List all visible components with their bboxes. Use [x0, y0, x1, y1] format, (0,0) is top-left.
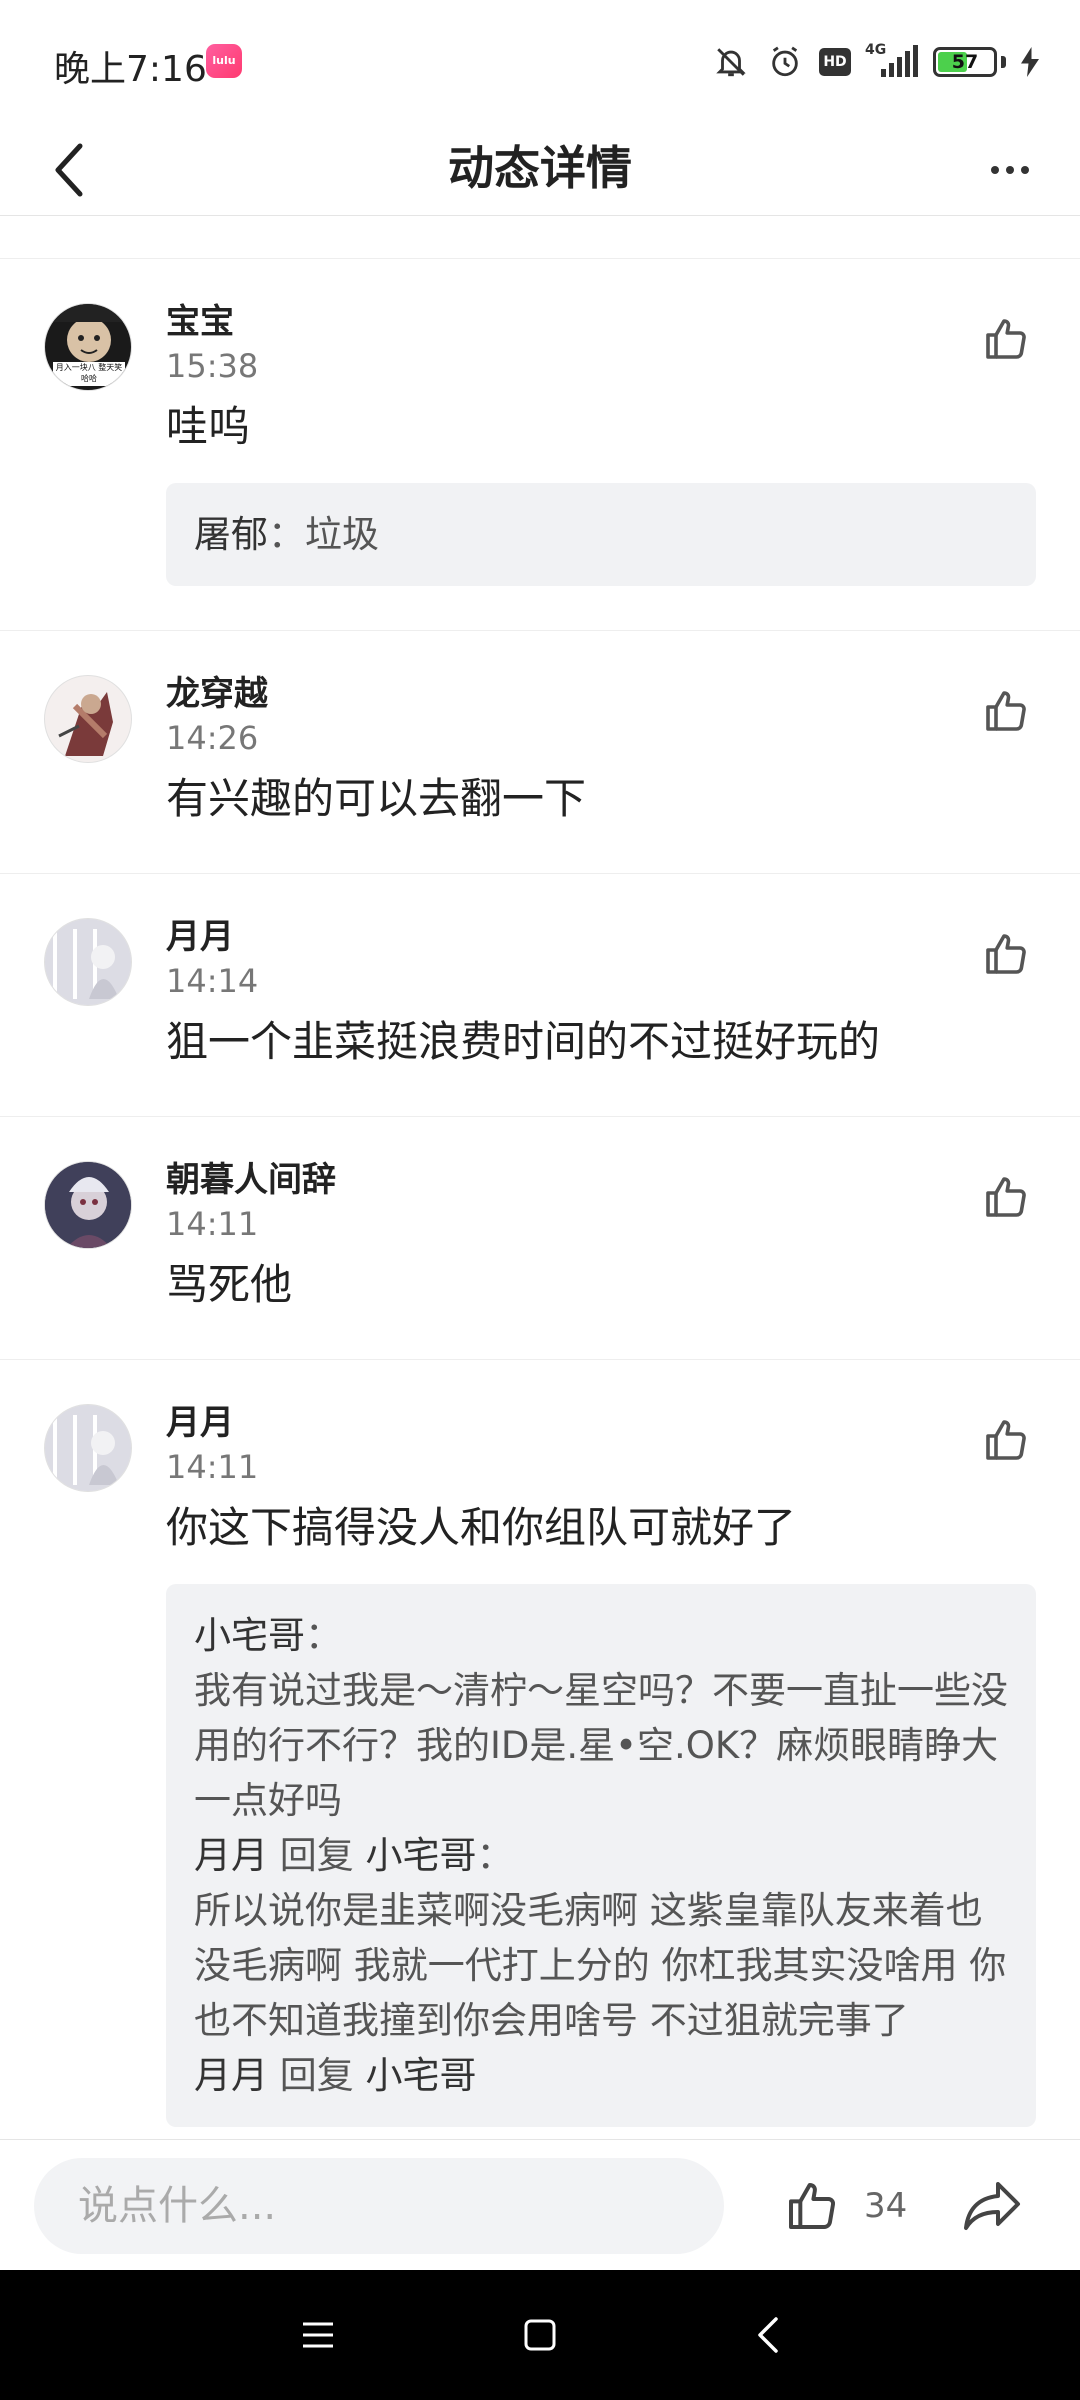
system-back-button[interactable]	[738, 2305, 798, 2365]
alarm-icon	[765, 42, 805, 82]
reply-word: 回复	[279, 2054, 354, 2097]
avatar[interactable]	[44, 675, 132, 763]
status-icons: HD 4G 57	[711, 40, 1040, 84]
comment-item[interactable]: 月月 14:11 你这下搞得没人和你组队可就好了 小宅哥： 我有说过我是～清柠～…	[0, 1360, 1080, 2139]
comment-item[interactable]: 龙穿越 14:26 有兴趣的可以去翻一下	[0, 631, 1080, 874]
battery-icon: 57	[933, 47, 997, 77]
reply-text: 所以说你是韭菜啊没毛病啊 这紫皇靠队友来着也没毛病啊 我就一代打上分的 你杠我其…	[194, 1889, 1007, 2042]
reply-author[interactable]: 月月	[194, 1834, 268, 1877]
app-notification-icon: lulu	[206, 44, 242, 78]
comment-input[interactable]: 说点什么...	[34, 2158, 724, 2254]
chevron-left-icon	[758, 2317, 778, 2353]
thumbs-up-icon[interactable]	[982, 687, 1030, 735]
list-top-spacer	[0, 217, 1080, 259]
reply-author[interactable]: 屠郁	[194, 513, 268, 556]
comment-item[interactable]: 朝暮人间辞 14:11 骂死他	[0, 1117, 1080, 1360]
signal-icon: 4G	[865, 42, 919, 82]
comment-author[interactable]: 朝暮人间辞	[166, 1157, 1036, 1203]
avatar[interactable]	[44, 1161, 132, 1249]
reply-item[interactable]: 小宅哥： 我有说过我是～清柠～星空吗？不要一直扯一些没用的行不行？我的ID是.星…	[194, 1608, 1008, 1828]
like-post-button[interactable]	[784, 2178, 840, 2234]
thumbs-up-icon[interactable]	[982, 1173, 1030, 1221]
home-button[interactable]	[510, 2305, 570, 2365]
comment-item[interactable]: 月入一块八 整天笑哈哈 宝宝 15:38 哇呜 屠郁：垃圾	[0, 259, 1080, 631]
comment-author[interactable]: 龙穿越	[166, 671, 1036, 717]
battery-level: 57	[951, 51, 979, 73]
system-navigation-bar	[0, 2270, 1080, 2400]
reply-target[interactable]: 小宅哥	[366, 2054, 477, 2097]
reply-author[interactable]: 月月	[194, 2054, 268, 2097]
bell-muted-icon	[711, 42, 751, 82]
thumbs-up-icon[interactable]	[982, 315, 1030, 363]
like-count: 34	[864, 2186, 908, 2226]
comment-text: 有兴趣的可以去翻一下	[166, 774, 587, 823]
reply-text: 我有说过我是～清柠～星空吗？不要一直扯一些没用的行不行？我的ID是.星•空.OK…	[194, 1669, 1008, 1822]
comment-list[interactable]: 月入一块八 整天笑哈哈 宝宝 15:38 哇呜 屠郁：垃圾 龙穿越 14:26 …	[0, 217, 1080, 2139]
avatar[interactable]: 月入一块八 整天笑哈哈	[44, 303, 132, 391]
comment-author[interactable]: 宝宝	[166, 299, 1036, 345]
comment-text: 哇呜	[166, 402, 251, 451]
thumbs-up-icon[interactable]	[982, 930, 1030, 978]
reply-box[interactable]: 小宅哥： 我有说过我是～清柠～星空吗？不要一直扯一些没用的行不行？我的ID是.星…	[166, 1584, 1036, 2127]
nav-bar: 动态详情	[0, 120, 1080, 216]
comment-text: 狙一个韭菜挺浪费时间的不过挺好玩的	[166, 1017, 881, 1066]
status-time: 晚上7:16	[54, 49, 207, 90]
reply-author[interactable]: 小宅哥	[194, 1614, 305, 1657]
comment-text: 骂死他	[166, 1260, 293, 1309]
thumbs-up-icon[interactable]	[982, 1416, 1030, 1464]
comment-author[interactable]: 月月	[166, 1400, 1036, 1446]
home-square-icon	[524, 2319, 556, 2351]
reply-text: 垃圾	[305, 513, 379, 556]
reply-separator: ：	[476, 1834, 514, 1877]
reply-separator: ：	[305, 1614, 342, 1657]
reply-box[interactable]: 屠郁：垃圾	[166, 483, 1036, 586]
reply-item[interactable]: 屠郁：垃圾	[194, 507, 1008, 562]
bottom-action-bar: 说点什么... 34	[0, 2139, 1080, 2270]
share-button[interactable]	[962, 2178, 1022, 2234]
avatar-caption: 月入一块八 整天笑哈哈	[55, 363, 123, 383]
share-arrow-icon	[964, 2182, 1020, 2230]
battery-tip	[1001, 56, 1006, 68]
avatar[interactable]	[44, 1404, 132, 1492]
avatar[interactable]	[44, 918, 132, 1006]
more-horizontal-icon	[991, 166, 1029, 174]
more-button[interactable]	[970, 130, 1050, 210]
network-type: 4G	[865, 42, 887, 58]
menu-button[interactable]	[288, 2305, 348, 2365]
comment-item[interactable]: 月月 14:14 狙一个韭菜挺浪费时间的不过挺好玩的	[0, 874, 1080, 1117]
status-bar: 晚上7:16 lulu HD 4G 57	[0, 0, 1080, 120]
comment-author[interactable]: 月月	[166, 914, 1036, 960]
comment-time: 14:14	[166, 962, 259, 1000]
thumbs-up-icon	[789, 2183, 835, 2229]
page-title: 动态详情	[448, 141, 632, 195]
comment-time: 15:38	[166, 347, 259, 385]
reply-item[interactable]: 月月 回复 小宅哥	[194, 2048, 1008, 2103]
reply-target[interactable]: 小宅哥	[366, 1834, 477, 1877]
reply-item[interactable]: 月月 回复 小宅哥： 所以说你是韭菜啊没毛病啊 这紫皇靠队友来着也没毛病啊 我就…	[194, 1828, 1008, 2048]
reply-separator: ：	[268, 513, 305, 556]
hd-icon: HD	[819, 48, 851, 76]
comment-text: 你这下搞得没人和你组队可就好了	[166, 1503, 797, 1552]
comment-time: 14:11	[166, 1448, 259, 1486]
charging-icon	[1020, 42, 1040, 82]
comment-time: 14:26	[166, 719, 259, 757]
comment-input-placeholder: 说点什么...	[78, 2183, 277, 2229]
menu-icon	[303, 2322, 333, 2348]
reply-word: 回复	[279, 1834, 354, 1877]
comment-time: 14:11	[166, 1205, 259, 1243]
